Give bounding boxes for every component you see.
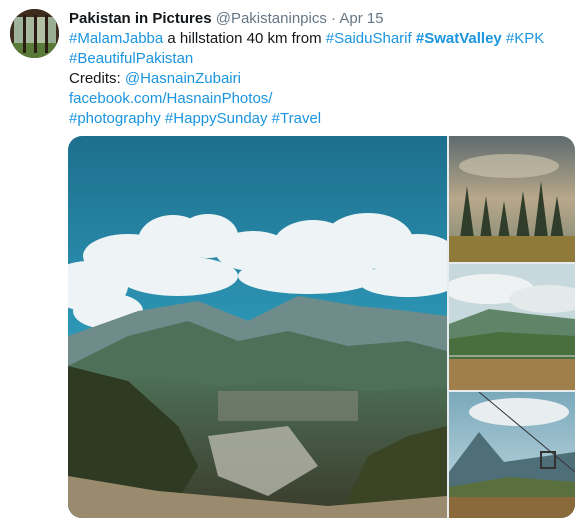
hashtag-photography[interactable]: #photography — [69, 110, 161, 127]
hashtag-saidusharif[interactable]: #SaiduSharif — [326, 30, 412, 47]
tweet-line-2: #BeautifulPakistan — [69, 49, 574, 69]
chairlift-photo[interactable] — [449, 392, 575, 518]
media-grid — [68, 136, 575, 518]
tweet-line-4: facebook.com/HasnainPhotos/ — [69, 89, 574, 109]
hashtag-kpk[interactable]: #KPK — [506, 30, 544, 47]
tweet-line-3: Credits: @HasnainZubairi — [69, 69, 574, 89]
tweet-content: Pakistan in Pictures @Pakistaninpics · A… — [69, 9, 574, 129]
main-valley-photo[interactable] — [68, 136, 447, 518]
tweet-text: #MalamJabba a hillstation 40 km from #Sa… — [69, 29, 574, 129]
tweet-text-segment: a hillstation 40 km from — [163, 30, 326, 47]
tweet-line-1: #MalamJabba a hillstation 40 km from #Sa… — [69, 29, 574, 49]
avatar-image — [10, 9, 59, 58]
hashtag-malamjabba[interactable]: #MalamJabba — [69, 30, 163, 47]
display-name[interactable]: Pakistan in Pictures — [69, 10, 212, 27]
hashtag-happysunday[interactable]: #HappySunday — [165, 110, 268, 127]
separator-dot: · — [331, 10, 337, 27]
tweet-date[interactable]: Apr 15 — [339, 10, 383, 27]
tweet-line-5: #photography #HappySunday #Travel — [69, 109, 574, 129]
hashtag-swatvalley[interactable]: #SwatValley — [416, 30, 502, 47]
user-handle[interactable]: @Pakistaninpics — [216, 10, 327, 27]
hashtag-travel[interactable]: #Travel — [272, 110, 321, 127]
hashtag-beautifulpakistan[interactable]: #BeautifulPakistan — [69, 50, 193, 67]
pine-trees-photo[interactable] — [449, 136, 575, 262]
green-hills-photo[interactable] — [449, 264, 575, 390]
facebook-link[interactable]: facebook.com/HasnainPhotos/ — [69, 90, 272, 107]
tweet-header: Pakistan in Pictures @Pakistaninpics · A… — [69, 9, 574, 29]
credits-label: Credits: — [69, 70, 125, 87]
avatar[interactable] — [10, 9, 59, 58]
mention-hasnainzubairi[interactable]: @HasnainZubairi — [125, 70, 241, 87]
